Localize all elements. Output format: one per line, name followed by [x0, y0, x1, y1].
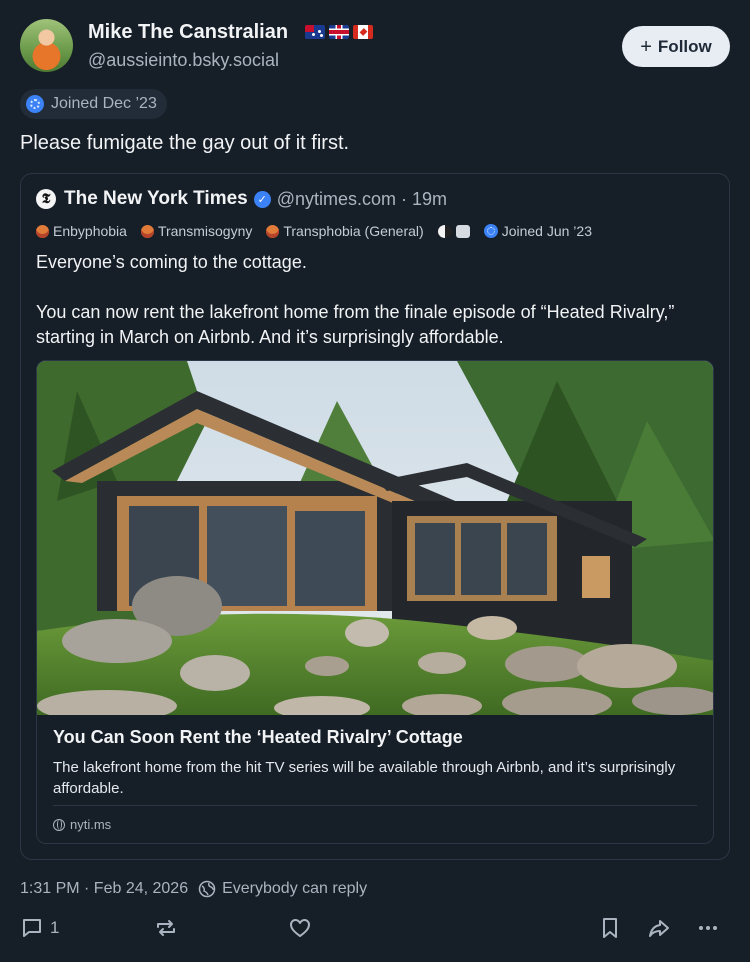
- labeler-badge-icon: [437, 224, 452, 238]
- more-options-button[interactable]: [696, 916, 720, 940]
- card-domain: nyti.ms: [53, 817, 111, 832]
- quoted-joined-text: Joined Jun ’23: [501, 223, 592, 239]
- flag-australia-icon: [305, 25, 325, 39]
- reply-count: 1: [50, 918, 60, 937]
- globe-icon: [53, 818, 65, 831]
- quoted-post[interactable]: 𝕿 The New York Times ✓ @nytimes.com · 19…: [20, 173, 730, 860]
- bookmark-icon: [603, 918, 617, 938]
- quoted-joined-label: Joined Jun ’23: [483, 223, 592, 239]
- reply-setting[interactable]: Everybody can reply: [198, 880, 367, 898]
- label-text: Transmisogyny: [157, 223, 253, 239]
- verified-check-icon: ✓: [253, 190, 271, 208]
- post-author-header: Mike The Canstralian @aussieinto.bsky.so…: [20, 19, 730, 75]
- joined-label: Joined Dec ’23: [51, 95, 157, 112]
- follow-button[interactable]: + Follow: [622, 26, 730, 67]
- repost-button[interactable]: [154, 916, 178, 940]
- joined-badge-icon: [26, 95, 44, 113]
- labeler-icon: [140, 224, 154, 238]
- like-button[interactable]: [288, 916, 312, 940]
- flag-canada-icon: [353, 25, 373, 39]
- label-transphobia[interactable]: Transphobia (General): [266, 223, 424, 239]
- label-transmisogyny[interactable]: Transmisogyny: [140, 223, 253, 239]
- joined-badge: Joined Dec ’23: [20, 89, 167, 119]
- quoted-post-header: 𝕿 The New York Times ✓ @nytimes.com · 19…: [36, 188, 447, 210]
- reply-button[interactable]: 1: [20, 916, 59, 940]
- author-avatar[interactable]: [20, 19, 73, 72]
- quoted-post-text: Everyone’s coming to the cottage. You ca…: [36, 252, 675, 347]
- label-text: Transphobia (General): [283, 223, 424, 239]
- post-action-bar: 1: [20, 916, 730, 946]
- author-flags: [305, 25, 373, 39]
- card-description: The lakefront home from the hit TV serie…: [53, 759, 676, 797]
- reply-setting-text: Everybody can reply: [222, 880, 368, 897]
- link-preview-card[interactable]: You Can Soon Rent the ‘Heated Rivalry’ C…: [36, 360, 714, 844]
- comment-icon: [23, 919, 41, 937]
- nyt-logo-icon[interactable]: 𝕿: [36, 189, 56, 209]
- share-button[interactable]: [647, 916, 671, 940]
- post-metadata: 1:31 PM · Feb 24, 2026 Everybody can rep…: [20, 880, 367, 898]
- cottage-photo: [37, 361, 713, 715]
- newspaper-icon: [455, 224, 470, 238]
- label-enbyphobia[interactable]: Enbyphobia: [36, 223, 127, 239]
- flag-uk-icon: [329, 25, 349, 39]
- bookmark-button[interactable]: [598, 916, 622, 940]
- repost-icon: [157, 920, 175, 936]
- follow-label: Follow: [657, 36, 712, 56]
- card-domain-text: nyti.ms: [70, 817, 112, 832]
- labeler-icon: [36, 224, 49, 238]
- card-divider: [53, 805, 697, 806]
- earth-icon: [198, 880, 216, 898]
- plus-icon: +: [640, 35, 652, 58]
- card-title: You Can Soon Rent the ‘Heated Rivalry’ C…: [53, 727, 463, 747]
- share-arrow-icon: [649, 920, 669, 937]
- quoted-author-name[interactable]: The New York Times: [64, 188, 248, 210]
- labeler-badges[interactable]: [437, 224, 470, 238]
- author-display-name[interactable]: Mike The Canstralian: [88, 21, 288, 44]
- moderation-labels: Enbyphobia Transmisogyny Transphobia (Ge…: [36, 223, 592, 239]
- heart-icon: [290, 919, 310, 937]
- post-text: Please fumigate the gay out of it first.: [20, 132, 350, 154]
- ellipsis-icon: [699, 926, 717, 930]
- quoted-author-handle[interactable]: @nytimes.com · 19m: [277, 189, 447, 210]
- post-timestamp[interactable]: 1:31 PM · Feb 24, 2026: [20, 880, 188, 898]
- joined-badge-icon: [483, 224, 498, 238]
- labeler-icon: [266, 224, 280, 238]
- label-text: Enbyphobia: [53, 223, 127, 239]
- author-handle[interactable]: @aussieinto.bsky.social: [88, 50, 279, 71]
